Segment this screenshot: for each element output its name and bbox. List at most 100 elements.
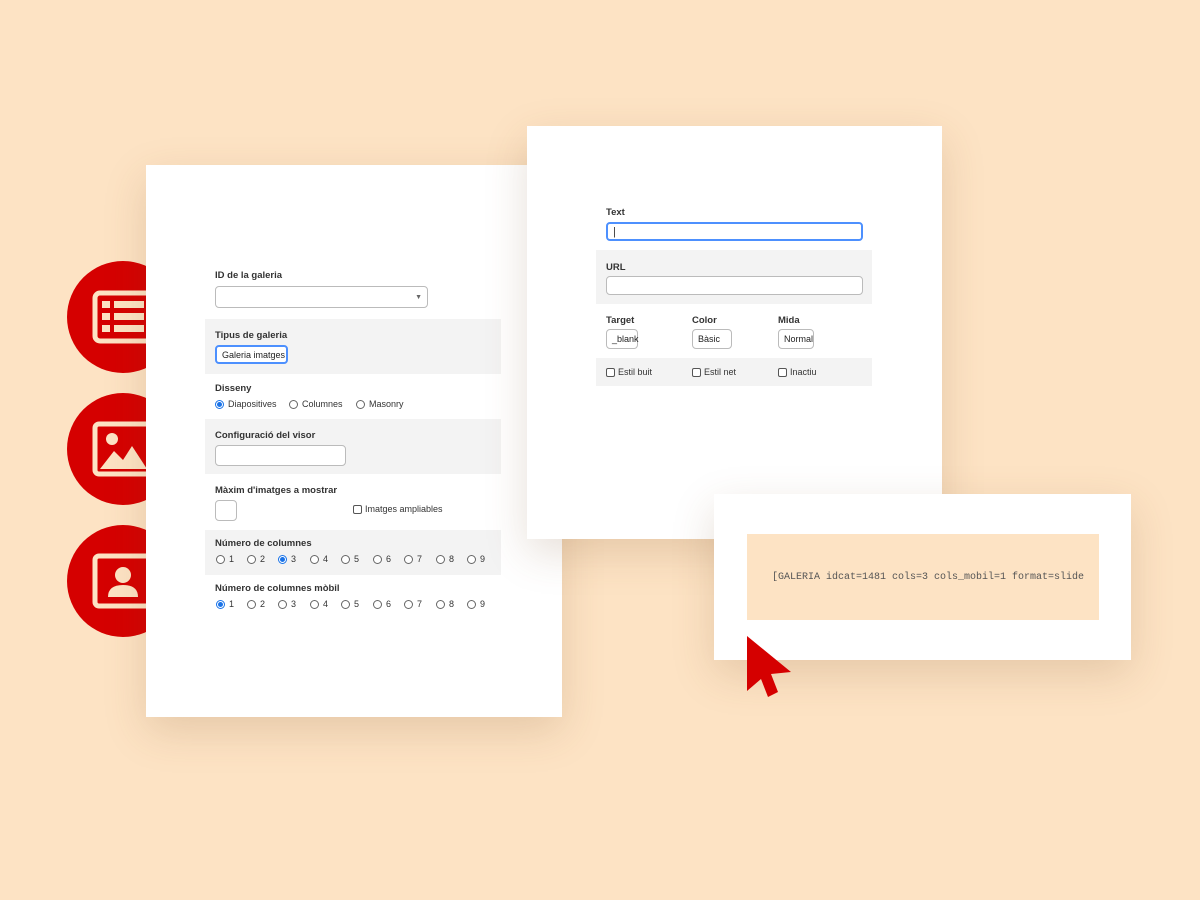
inactive-label: Inactiu xyxy=(790,367,817,377)
columns-mobile-option-5[interactable]: 5 xyxy=(341,599,359,609)
clean-style-checkbox[interactable]: Estil net xyxy=(692,367,736,377)
columns-option-label: 4 xyxy=(323,554,329,564)
columns-mobile-option-label: 9 xyxy=(480,599,486,609)
columns-option-label: 8 xyxy=(449,554,455,564)
gallery-form-card: ID de la galeria ▼ Tipus de galeria Gale… xyxy=(146,165,562,717)
target-label: Target xyxy=(606,315,635,326)
radio-button[interactable] xyxy=(467,554,476,564)
max-images-row: Màxim d'imatges a mostrar Imatges amplia… xyxy=(205,475,501,529)
text-row: Text | xyxy=(596,200,872,250)
color-label: Color xyxy=(692,315,717,326)
columns-option-3[interactable]: 3 xyxy=(278,554,296,564)
columns-option-7[interactable]: 7 xyxy=(404,554,422,564)
columns-mobile-option-1[interactable]: 1 xyxy=(216,599,234,609)
columns-mobile-option-7[interactable]: 7 xyxy=(404,599,422,609)
text-input[interactable]: | xyxy=(606,222,863,241)
design-row: Disseny Diapositives Columnes Masonry xyxy=(205,375,501,419)
style-checkboxes-row: Estil buit Estil net Inactiu xyxy=(596,358,872,386)
columns-option-1[interactable]: 1 xyxy=(216,554,234,564)
radio-button[interactable] xyxy=(216,554,225,564)
url-row: URL xyxy=(596,250,872,304)
style-options-row: Target _blank Color Bàsic Mida Normal xyxy=(596,305,872,358)
target-select[interactable]: _blank xyxy=(606,329,639,349)
size-label: Mida xyxy=(778,315,800,326)
columns-mobile-option-label: 7 xyxy=(417,599,423,609)
color-select[interactable]: Bàsic xyxy=(692,329,732,349)
columns-mobile-option-label: 3 xyxy=(291,599,297,609)
viewer-config-row: Configuració del visor xyxy=(205,419,501,474)
size-select[interactable]: Normal xyxy=(778,329,814,349)
url-label: URL xyxy=(606,262,626,273)
gallery-id-label: ID de la galeria xyxy=(215,270,283,281)
radio-button[interactable] xyxy=(341,554,350,564)
chevron-down-icon: ▼ xyxy=(415,293,422,301)
radio-button[interactable] xyxy=(341,599,350,609)
radio-button[interactable] xyxy=(373,599,382,609)
radio-button[interactable] xyxy=(247,554,256,564)
columns-mobile-option-label: 5 xyxy=(354,599,360,609)
columns-mobile-option-label: 6 xyxy=(386,599,392,609)
columns-option-6[interactable]: 6 xyxy=(373,554,391,564)
radio-button[interactable] xyxy=(278,599,287,609)
checkbox[interactable] xyxy=(778,367,787,377)
cursor-arrow-icon xyxy=(747,636,791,697)
checkbox[interactable] xyxy=(692,367,701,377)
shortcode-text[interactable]: [GALERIA idcat=1481 cols=3 cols_mobil=1 … xyxy=(747,534,1099,620)
empty-style-checkbox[interactable]: Estil buit xyxy=(606,367,652,377)
link-form-card: Text | URL Target _blank Color Bàsic Mid… xyxy=(527,126,942,539)
columns-row: Número de columnes 1 2 3 4 5 6 7 8 9 xyxy=(205,530,501,575)
columns-mobile-option-6[interactable]: 6 xyxy=(373,599,391,609)
columns-option-label: 6 xyxy=(386,554,392,564)
max-images-label: Màxim d'imatges a mostrar xyxy=(215,485,338,496)
radio-button[interactable] xyxy=(247,599,256,609)
radio-button[interactable] xyxy=(356,399,365,409)
checkbox[interactable] xyxy=(606,367,615,377)
checkbox[interactable] xyxy=(353,504,362,514)
zoom-images-checkbox[interactable]: Imatges ampliables xyxy=(353,504,443,514)
gallery-id-select[interactable]: ▼ xyxy=(215,286,428,308)
radio-button[interactable] xyxy=(467,599,476,609)
radio-button[interactable] xyxy=(215,399,224,409)
gallery-type-row: Tipus de galeria Galeria imatges xyxy=(205,319,501,374)
gallery-type-input[interactable]: Galeria imatges xyxy=(215,345,288,364)
columns-option-2[interactable]: 2 xyxy=(247,554,265,564)
radio-button[interactable] xyxy=(404,554,413,564)
radio-button[interactable] xyxy=(310,554,319,564)
radio-button[interactable] xyxy=(436,554,445,564)
columns-mobile-label: Número de columnes mòbil xyxy=(215,583,340,594)
radio-button[interactable] xyxy=(436,599,445,609)
url-input[interactable] xyxy=(606,276,863,295)
columns-option-9[interactable]: 9 xyxy=(467,554,485,564)
columns-option-5[interactable]: 5 xyxy=(341,554,359,564)
radio-button[interactable] xyxy=(289,399,298,409)
radio-button[interactable] xyxy=(216,599,225,609)
columns-mobile-option-8[interactable]: 8 xyxy=(436,599,454,609)
design-option-diapositives[interactable]: Diapositives xyxy=(215,399,277,409)
columns-mobile-option-4[interactable]: 4 xyxy=(310,599,328,609)
design-option-label: Columnes xyxy=(302,399,343,409)
columns-option-label: 3 xyxy=(291,554,297,564)
viewer-config-label: Configuració del visor xyxy=(215,430,316,441)
design-option-label: Masonry xyxy=(369,399,404,409)
columns-option-4[interactable]: 4 xyxy=(310,554,328,564)
design-option-columnes[interactable]: Columnes xyxy=(289,399,343,409)
radio-button[interactable] xyxy=(278,554,287,564)
radio-button[interactable] xyxy=(373,554,382,564)
viewer-config-input[interactable] xyxy=(215,445,346,466)
gallery-id-row: ID de la galeria ▼ xyxy=(205,264,501,318)
radio-button[interactable] xyxy=(404,599,413,609)
inactive-checkbox[interactable]: Inactiu xyxy=(778,367,817,377)
radio-button[interactable] xyxy=(310,599,319,609)
columns-mobile-option-9[interactable]: 9 xyxy=(467,599,485,609)
columns-option-label: 1 xyxy=(229,554,235,564)
clean-style-label: Estil net xyxy=(704,367,737,377)
design-option-masonry[interactable]: Masonry xyxy=(356,399,404,409)
text-label: Text xyxy=(606,207,625,218)
max-images-input[interactable] xyxy=(215,500,237,521)
columns-mobile-option-label: 1 xyxy=(229,599,235,609)
empty-style-label: Estil buit xyxy=(618,367,653,377)
design-option-label: Diapositives xyxy=(228,399,277,409)
columns-option-8[interactable]: 8 xyxy=(436,554,454,564)
columns-mobile-option-2[interactable]: 2 xyxy=(247,599,265,609)
columns-mobile-option-3[interactable]: 3 xyxy=(278,599,296,609)
